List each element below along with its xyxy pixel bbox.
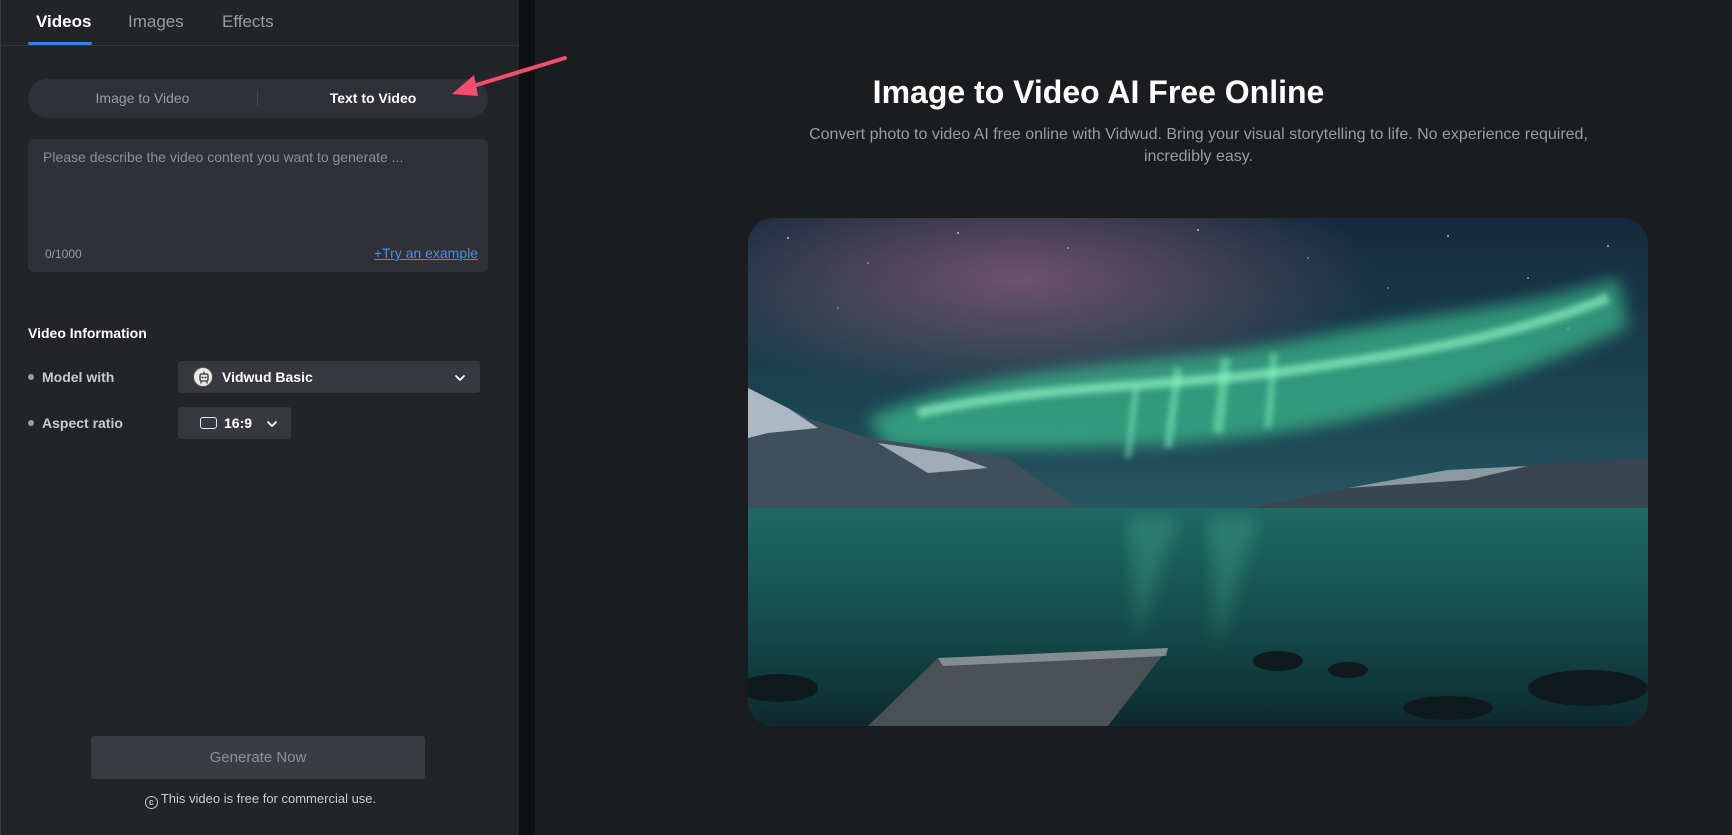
model-value: Vidwud Basic [222, 369, 313, 385]
active-tab-indicator [28, 42, 92, 45]
aspect-ratio-select[interactable]: 16:9 [178, 407, 291, 439]
commercial-use-text: This video is free for commercial use. [160, 791, 377, 806]
model-label: Model with [42, 369, 115, 385]
aspect-ratio-value: 16:9 [224, 415, 253, 431]
aspect-ratio-row: Aspect ratio 16:9 [28, 407, 498, 439]
generate-now-button[interactable]: Generate Now [91, 736, 425, 779]
prompt-input[interactable] [43, 149, 473, 229]
aurora-landscape-illustration [748, 218, 1648, 726]
page-subtitle: Convert photo to video AI free online wi… [809, 126, 1588, 165]
try-example-link[interactable]: +Try an example [374, 245, 478, 261]
panel-divider [519, 0, 535, 835]
landscape-rectangle-icon [200, 417, 217, 429]
tab-images[interactable]: Images [128, 12, 184, 45]
tab-videos[interactable]: Videos [36, 12, 91, 45]
character-counter: 0/1000 [45, 247, 82, 261]
model-row: Model with Vidwud Basic [28, 361, 498, 393]
top-tabs: Videos Images Effects [1, 0, 520, 46]
bullet-icon [28, 420, 34, 426]
hero-preview-image [748, 218, 1648, 726]
prompt-box: 0/1000 +Try an example [28, 139, 488, 272]
annotation-arrow-icon [452, 56, 567, 96]
commercial-use-note: c This video is free for commercial use. [1, 791, 520, 809]
robot-avatar-icon [193, 367, 213, 387]
mode-toggle: Image to Video Text to Video [28, 79, 488, 118]
model-select[interactable]: Vidwud Basic [178, 361, 480, 393]
page-title: Image to Video AI Free Online [872, 74, 1325, 110]
tab-effects[interactable]: Effects [222, 12, 274, 45]
video-information-heading: Video Information [28, 325, 147, 341]
aspect-ratio-label: Aspect ratio [42, 415, 123, 431]
bullet-icon [28, 374, 34, 380]
copyright-icon: c [144, 796, 158, 809]
chevron-down-icon [454, 371, 466, 389]
left-panel: Videos Images Effects Image to Video Tex… [0, 0, 520, 835]
chevron-down-icon [266, 417, 278, 435]
image-to-video-option[interactable]: Image to Video [28, 79, 257, 118]
